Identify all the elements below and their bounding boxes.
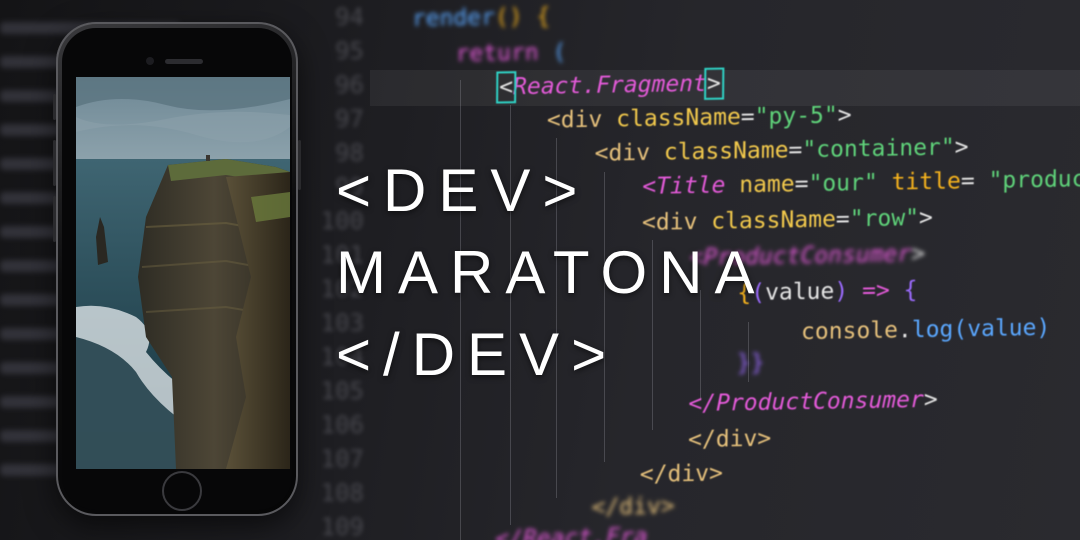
code-token: > — [837, 102, 852, 129]
code-line: </div> — [640, 457, 723, 492]
code-token: "products" — [988, 165, 1080, 194]
code-token: ) — [834, 278, 849, 305]
code-line: </React.Fra — [495, 520, 648, 540]
code-token: </div> — [639, 460, 724, 489]
volume-up-button — [53, 140, 56, 186]
code-token: "row" — [849, 205, 920, 233]
code-token: = — [794, 171, 809, 198]
code-token: </React.Fra — [495, 523, 648, 540]
code-token: = — [960, 167, 989, 195]
code-token: = — [740, 104, 755, 131]
code-token: > — [703, 67, 724, 100]
code-token: () { — [494, 3, 551, 31]
cliff-ocean-photo — [76, 77, 290, 469]
code-token: className — [616, 104, 741, 133]
code-token: > — [954, 134, 969, 161]
title-block: <DEV> MARATONA </DEV> — [336, 150, 766, 396]
code-token: value — [764, 278, 835, 306]
code-token: console — [800, 317, 899, 346]
code-token: > — [918, 204, 933, 232]
phone-screen-cliff-photo — [76, 77, 290, 469]
code-line: render() { — [412, 0, 551, 36]
code-token: log — [911, 316, 954, 344]
code-token: </div> — [687, 425, 772, 454]
home-button — [162, 471, 202, 511]
title-line-close-tag: </DEV> — [336, 321, 619, 388]
title-line-open-tag: <DEV> — [336, 157, 590, 224]
code-token: render — [411, 4, 496, 33]
code-token: => — [848, 277, 904, 305]
code-token: { — [903, 277, 918, 304]
code-token: "py-5" — [754, 102, 838, 131]
code-token: (value) — [953, 314, 1051, 343]
code-token: < — [496, 71, 517, 104]
code-token: > — [911, 241, 926, 268]
code-token: title — [891, 168, 961, 196]
code-token: return — [455, 39, 553, 68]
code-token: = — [835, 206, 850, 233]
code-token: > — [923, 386, 938, 414]
code-token: </div> — [591, 493, 675, 521]
volume-down-button — [53, 196, 56, 242]
code-token: ( — [552, 39, 567, 66]
power-button — [298, 140, 301, 190]
code-line: return ( — [455, 35, 566, 71]
code-token: . — [897, 317, 912, 344]
phone-front — [62, 28, 292, 511]
code-line: <React.Fragment> — [496, 67, 724, 105]
earpiece-speaker — [165, 59, 203, 64]
front-camera — [146, 57, 154, 65]
code-line: console.log(value) — [801, 311, 1051, 349]
code-line: </div> — [688, 422, 771, 457]
code-token: React.Fragment — [512, 70, 708, 101]
code-token: "container" — [802, 134, 955, 164]
banner: 94 95 96 97 98 99 100 101 102 103 104 105 106 107 108 1… — [0, 0, 1080, 540]
mute-switch — [53, 94, 56, 120]
code-token: = — [788, 137, 803, 164]
title-line-maratona: MARATONA — [336, 239, 767, 306]
code-token: <div — [546, 106, 617, 134]
smartphone — [53, 22, 301, 516]
code-token: "our" — [808, 169, 892, 198]
code-line: <div className="py-5"> — [547, 98, 852, 137]
